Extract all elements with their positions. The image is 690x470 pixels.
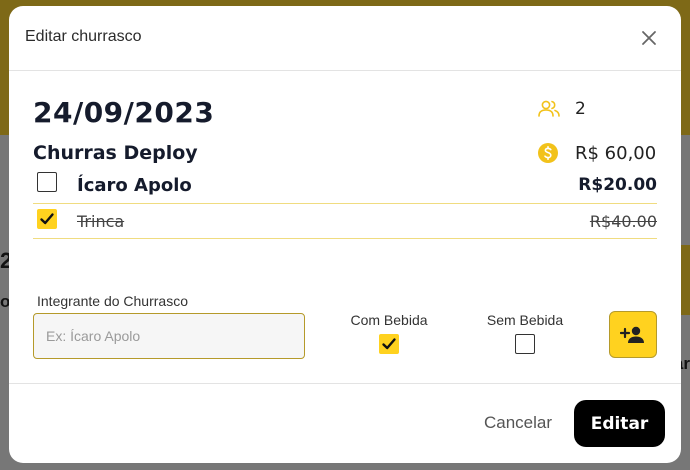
participant-paid-checkbox[interactable] [37, 172, 57, 192]
checkmark-icon [382, 338, 396, 350]
participant-amount: R$20.00 [578, 175, 657, 195]
total-amount: R$ 60,00 [575, 142, 657, 164]
participant-name: Trinca [77, 211, 125, 231]
modal-title: Editar churrasco [25, 28, 142, 45]
event-date: 24/09/2023 [33, 96, 215, 129]
participant-paid-checkbox[interactable] [37, 209, 57, 229]
without-drink-checkbox[interactable] [515, 334, 535, 354]
close-button[interactable] [639, 28, 659, 48]
event-name: Churras Deploy [33, 142, 198, 164]
modal-header: Editar churrasco [9, 6, 681, 71]
participant-amount: R$40.00 [589, 211, 657, 231]
close-icon [642, 31, 656, 45]
participant-field-label: Integrante do Churrasco [37, 293, 188, 309]
edit-barbecue-modal: Editar churrasco 24/09/2023 Churras Depl… [9, 6, 681, 463]
cancel-button[interactable]: Cancelar [484, 413, 552, 433]
people-count: 2 [575, 99, 586, 119]
checkmark-icon [40, 213, 54, 225]
participant-name-input[interactable] [33, 313, 305, 359]
with-drink-checkbox[interactable] [379, 334, 399, 354]
with-drink-option: Com Bebida [339, 312, 439, 354]
add-participant-button[interactable] [609, 311, 657, 358]
total-stat: R$ 60,00 [537, 142, 656, 164]
participant-row: Trinca R$40.00 [33, 203, 657, 239]
without-drink-label: Sem Bebida [486, 312, 564, 328]
people-count-stat: 2 [537, 99, 586, 119]
edit-button[interactable]: Editar [574, 400, 665, 447]
participant-row: Ícaro Apolo R$20.00 [33, 167, 657, 203]
with-drink-label: Com Bebida [350, 312, 428, 328]
without-drink-option: Sem Bebida [475, 312, 575, 354]
people-icon [538, 100, 560, 117]
dollar-coin-icon [538, 143, 558, 163]
participant-name: Ícaro Apolo [77, 174, 192, 196]
person-add-icon [620, 326, 644, 343]
